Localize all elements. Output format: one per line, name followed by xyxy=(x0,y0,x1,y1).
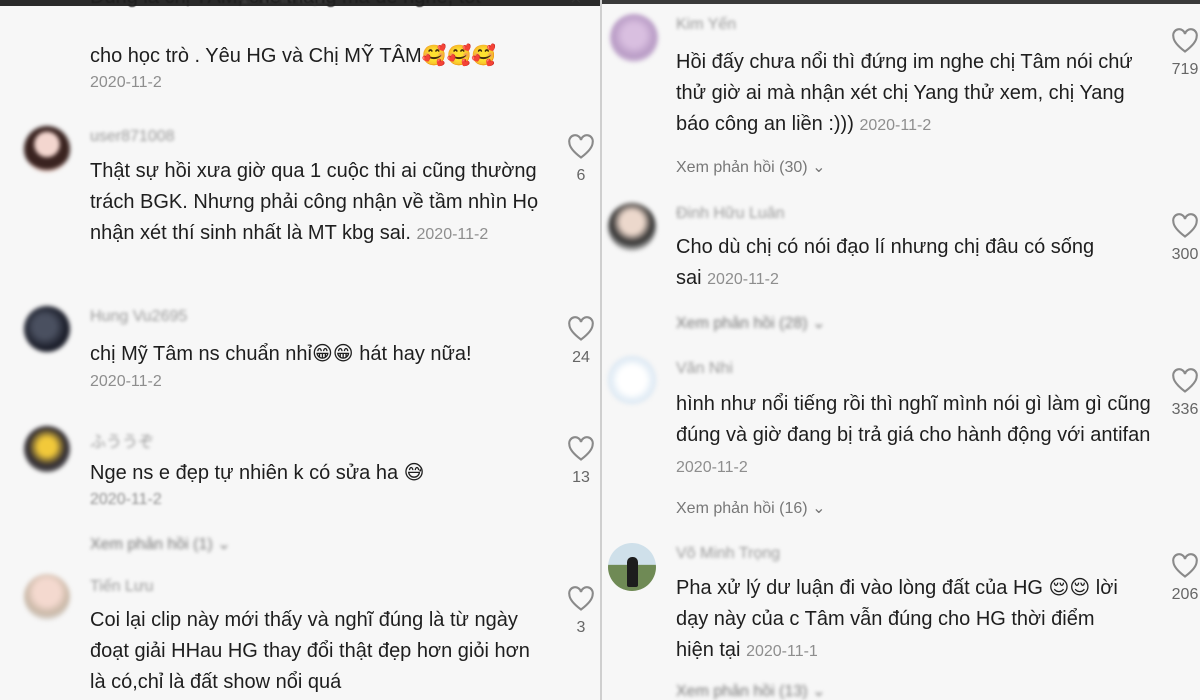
view-replies-link[interactable]: Xem phản hồi (16) ⌄ xyxy=(676,498,826,518)
like-count: 719 xyxy=(1171,61,1199,78)
comment-text: hình như nổi tiếng rồi thì nghĩ mình nói… xyxy=(676,389,1156,483)
comment-date: 2020-11-2 xyxy=(416,226,489,243)
like-button[interactable]: 24 xyxy=(561,316,600,367)
comment-username[interactable]: Hung Vu2695 xyxy=(90,308,187,326)
comment-date: 2020-11-2 xyxy=(90,373,162,390)
comment-text: Đúng là chị TÂM, chê thẳng mà dễ nghe, t… xyxy=(90,0,560,13)
chevron-down-icon: ⌄ xyxy=(812,500,826,517)
like-button[interactable]: 6 xyxy=(561,134,600,185)
comment-text: Coi lại clip này mới thấy và nghĩ đúng l… xyxy=(90,609,530,693)
avatar[interactable] xyxy=(24,126,70,172)
like-count: 3 xyxy=(576,619,586,636)
comment-username[interactable]: user871008 xyxy=(90,128,175,146)
comment-date: 2020-11-1 xyxy=(746,643,818,660)
comment-item: Kim Yến Hồi đấy chưa nổi thì đứng im ngh… xyxy=(602,0,1200,190)
view-replies-link[interactable]: Xem phản hồi (13) ⌄ xyxy=(676,681,826,700)
comment-item: Tiến Lưu Coi lại clip này mới thấy và ng… xyxy=(0,570,600,700)
like-button[interactable]: 3 xyxy=(561,586,600,637)
replies-label: Xem phản hồi (1) xyxy=(90,536,213,553)
comment-date: 2020-11-2 xyxy=(676,459,748,476)
like-button[interactable]: 206 xyxy=(1165,553,1200,604)
like-button[interactable]: 719 xyxy=(1165,28,1200,79)
comment-username[interactable]: Tiến Lưu xyxy=(90,578,153,596)
avatar-figure xyxy=(627,557,638,587)
heart-icon xyxy=(568,134,594,159)
view-replies-link[interactable]: Xem phản hồi (28) ⌄ xyxy=(676,313,826,333)
heart-icon xyxy=(568,316,594,341)
avatar[interactable] xyxy=(608,543,656,591)
comment-username[interactable]: Võ Minh Trọng xyxy=(676,545,780,563)
comment-date: 2020-11-2 xyxy=(707,271,779,288)
comment-text: Thật sự hồi xưa giờ qua 1 cuộc thi ai cũ… xyxy=(90,156,540,250)
view-replies-link[interactable]: Xem phản hồi (1) ⌄ xyxy=(90,534,231,554)
comment-item: Đúng là chị TÂM, chê thẳng mà dễ nghe, t… xyxy=(0,0,600,100)
comment-text: Pha xử lý dư luận đi vào lòng đất của HG… xyxy=(676,573,1126,667)
comment-text: Hồi đấy chưa nổi thì đứng im nghe chị Tâ… xyxy=(676,47,1146,141)
replies-label: Xem phản hồi (13) xyxy=(676,683,808,700)
comment-text: chị Mỹ Tâm ns chuẩn nhỉ😁😁 hát hay nữa! xyxy=(90,343,472,365)
like-count: 300 xyxy=(1171,246,1199,263)
replies-label: Xem phản hồi (28) xyxy=(676,315,808,332)
comment-text-line-2: cho học trò . Yêu HG và Chị MỸ TÂM🥰🥰🥰 xyxy=(90,45,497,67)
comment-item: Văn Nhi hình như nổi tiếng rồi thì nghĩ … xyxy=(602,350,1200,530)
comment-date: 2020-11-2 xyxy=(859,117,932,134)
comments-panel-right: Kim Yến Hồi đấy chưa nổi thì đứng im ngh… xyxy=(602,0,1200,700)
comment-text: Nge ns e đẹp tự nhiên k có sửa ha 😅 xyxy=(90,462,425,484)
heart-icon xyxy=(568,436,594,461)
avatar[interactable] xyxy=(24,426,70,472)
comment-username[interactable]: ふううぞ xyxy=(90,428,154,452)
comment-date: 2020-11-2 xyxy=(90,491,162,508)
chevron-down-icon: ⌄ xyxy=(812,315,826,332)
comment-item: user871008 Thật sự hồi xưa giờ qua 1 cuộ… xyxy=(0,120,600,290)
comment-item: Võ Minh Trọng Pha xử lý dư luận đi vào l… xyxy=(602,535,1200,700)
avatar[interactable] xyxy=(24,574,70,620)
chevron-down-icon: ⌄ xyxy=(812,683,826,700)
comment-date: 2020-11-2 xyxy=(90,74,162,91)
heart-icon xyxy=(1172,28,1198,53)
chevron-down-icon: ⌄ xyxy=(217,536,231,553)
chevron-down-icon: ⌄ xyxy=(812,159,826,176)
comment-item: Đinh Hữu Luân Cho dù chị có nói đạo lí n… xyxy=(602,195,1200,345)
like-button[interactable]: 336 xyxy=(1165,368,1200,419)
like-button[interactable]: 300 xyxy=(1165,213,1200,264)
heart-icon xyxy=(568,586,594,611)
comment-body: Pha xử lý dư luận đi vào lòng đất của HG… xyxy=(676,577,1118,661)
replies-label: Xem phản hồi (30) xyxy=(676,159,808,176)
like-count: 13 xyxy=(572,469,590,486)
avatar[interactable] xyxy=(610,14,658,62)
heart-icon xyxy=(1172,553,1198,578)
heart-icon xyxy=(1172,213,1198,238)
like-count: 206 xyxy=(1171,586,1199,603)
like-count: 24 xyxy=(572,349,590,366)
view-replies-link[interactable]: Xem phản hồi (30) ⌄ xyxy=(676,157,826,177)
comments-panel-left: 13 bình luận × Đúng là chị TÂM, chê thẳn… xyxy=(0,0,600,700)
like-count: 6 xyxy=(576,167,586,184)
comment-username[interactable]: Kim Yến xyxy=(676,16,736,34)
avatar[interactable] xyxy=(608,203,656,251)
comment-item: ふううぞ Nge ns e đẹp tự nhiên k có sửa ha 😅… xyxy=(0,420,600,560)
comment-item: Hung Vu2695 chị Mỹ Tâm ns chuẩn nhỉ😁😁 há… xyxy=(0,300,600,400)
comment-body: hình như nổi tiếng rồi thì nghĩ mình nói… xyxy=(676,393,1151,446)
avatar[interactable] xyxy=(608,356,656,404)
replies-label: Xem phản hồi (16) xyxy=(676,500,808,517)
like-count: 336 xyxy=(1171,401,1199,418)
avatar[interactable] xyxy=(24,306,70,352)
comment-username[interactable]: Đinh Hữu Luân xyxy=(676,205,785,223)
comment-text: Cho dù chị có nói đạo lí nhưng chị đâu c… xyxy=(676,232,1106,295)
like-button[interactable]: 13 xyxy=(561,436,600,487)
comment-username[interactable]: Văn Nhi xyxy=(676,360,733,378)
heart-icon xyxy=(1172,368,1198,393)
